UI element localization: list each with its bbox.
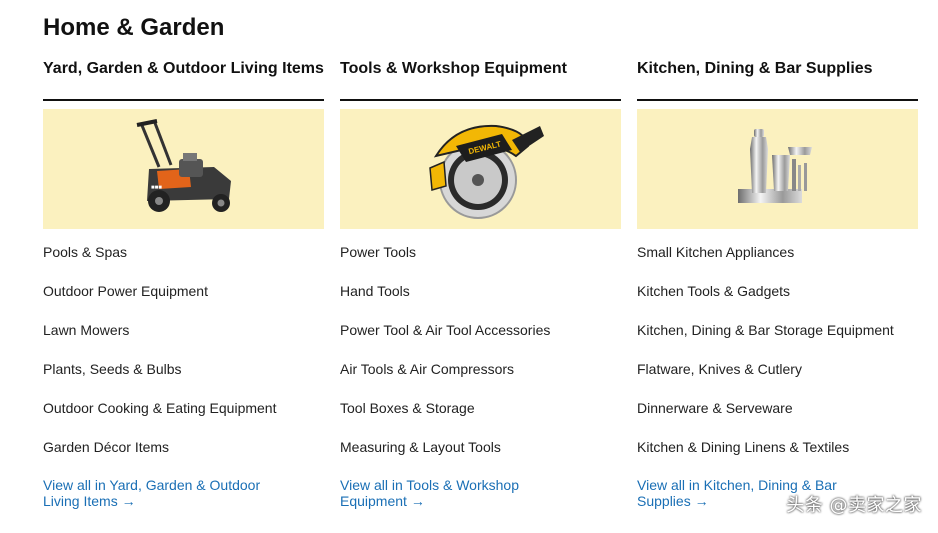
category-link[interactable]: Outdoor Power Equipment — [43, 282, 324, 321]
category-link[interactable]: Measuring & Layout Tools — [340, 438, 621, 477]
category-link[interactable]: Air Tools & Air Compressors — [340, 360, 621, 399]
category-heading[interactable]: Kitchen, Dining & Bar Supplies — [637, 58, 918, 101]
category-link[interactable]: Power Tool & Air Tool Accessories — [340, 321, 621, 360]
category-banner[interactable]: DEWALT — [340, 109, 621, 229]
svg-text:■■■: ■■■ — [151, 185, 162, 191]
category-link[interactable]: Tool Boxes & Storage — [340, 399, 621, 438]
category-link[interactable]: Plants, Seeds & Bulbs — [43, 360, 324, 399]
lawn-mower-image: ■■■ — [136, 119, 231, 212]
category-heading[interactable]: Yard, Garden & Outdoor Living Items — [43, 58, 324, 101]
category-link-list: Power Tools Hand Tools Power Tool & Air … — [340, 243, 621, 477]
category-heading[interactable]: Tools & Workshop Equipment — [340, 58, 621, 101]
category-link-list: Small Kitchen Appliances Kitchen Tools &… — [637, 243, 918, 477]
category-link[interactable]: Pools & Spas — [43, 243, 324, 282]
category-link[interactable]: Power Tools — [340, 243, 621, 282]
category-link[interactable]: Hand Tools — [340, 282, 621, 321]
category-link[interactable]: Dinnerware & Serveware — [637, 399, 918, 438]
cocktail-shaker-image — [737, 129, 812, 203]
category-link[interactable]: Flatware, Knives & Cutlery — [637, 360, 918, 399]
category-banner[interactable] — [637, 109, 918, 229]
category-column-kitchen: Kitchen, Dining & Bar Supplies Small Kit… — [637, 58, 918, 509]
view-all-link[interactable]: View all in Tools & Workshop Equipment → — [340, 477, 570, 509]
category-column-tools: Tools & Workshop Equipment DEWALT Power … — [340, 58, 621, 509]
category-link[interactable]: Lawn Mowers — [43, 321, 324, 360]
category-link[interactable]: Kitchen Tools & Gadgets — [637, 282, 918, 321]
page-title: Home & Garden — [43, 14, 225, 41]
category-link[interactable]: Small Kitchen Appliances — [637, 243, 918, 282]
category-link[interactable]: Outdoor Cooking & Eating Equipment — [43, 399, 324, 438]
category-column-yard-garden: Yard, Garden & Outdoor Living Items ■■■ … — [43, 58, 324, 509]
category-link[interactable]: Kitchen, Dining & Bar Storage Equipment — [637, 321, 918, 360]
category-banner[interactable]: ■■■ — [43, 109, 324, 229]
watermark: 头条 @卖家之家 — [786, 495, 922, 516]
circular-saw-image: DEWALT — [428, 124, 544, 219]
view-all-link[interactable]: View all in Yard, Garden & Outdoor Livin… — [43, 477, 273, 509]
category-link[interactable]: Garden Décor Items — [43, 438, 324, 477]
category-link-list: Pools & Spas Outdoor Power Equipment Law… — [43, 243, 324, 477]
category-link[interactable]: Kitchen & Dining Linens & Textiles — [637, 438, 918, 477]
